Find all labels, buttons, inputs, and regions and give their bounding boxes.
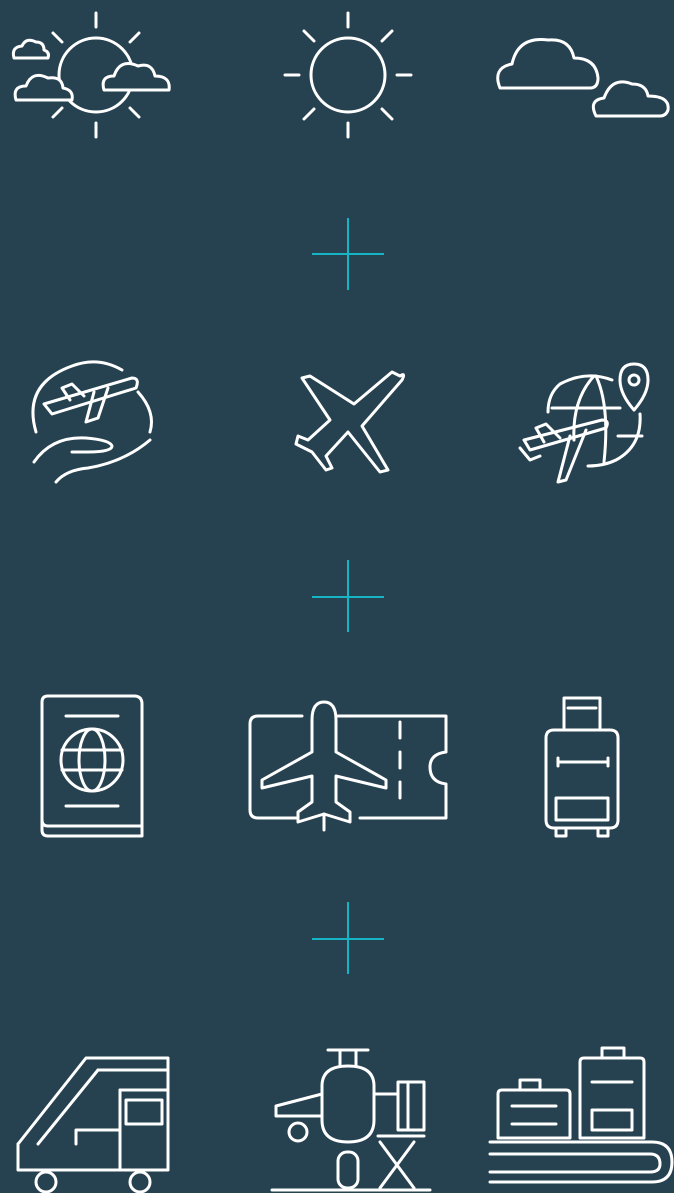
boarding-pass-ticket-icon <box>246 698 450 834</box>
sun-icon <box>282 10 414 140</box>
suitcase-icon <box>540 694 624 840</box>
airplane-icon <box>286 366 408 478</box>
sun-behind-clouds-icon <box>10 10 175 140</box>
plus-separator-icon <box>310 217 386 293</box>
hand-holding-plane-icon <box>26 358 158 486</box>
plus-separator-icon <box>310 901 386 977</box>
baggage-carousel-icon <box>486 1044 674 1193</box>
passport-icon <box>38 693 146 841</box>
icon-set-canvas <box>0 0 674 1193</box>
boarding-stairs-truck-icon <box>14 1054 174 1193</box>
clouds-icon <box>492 32 670 122</box>
globe-plane-location-pin-icon <box>512 360 654 486</box>
plus-separator-icon <box>310 559 386 635</box>
plane-catering-loader-icon <box>268 1045 432 1193</box>
